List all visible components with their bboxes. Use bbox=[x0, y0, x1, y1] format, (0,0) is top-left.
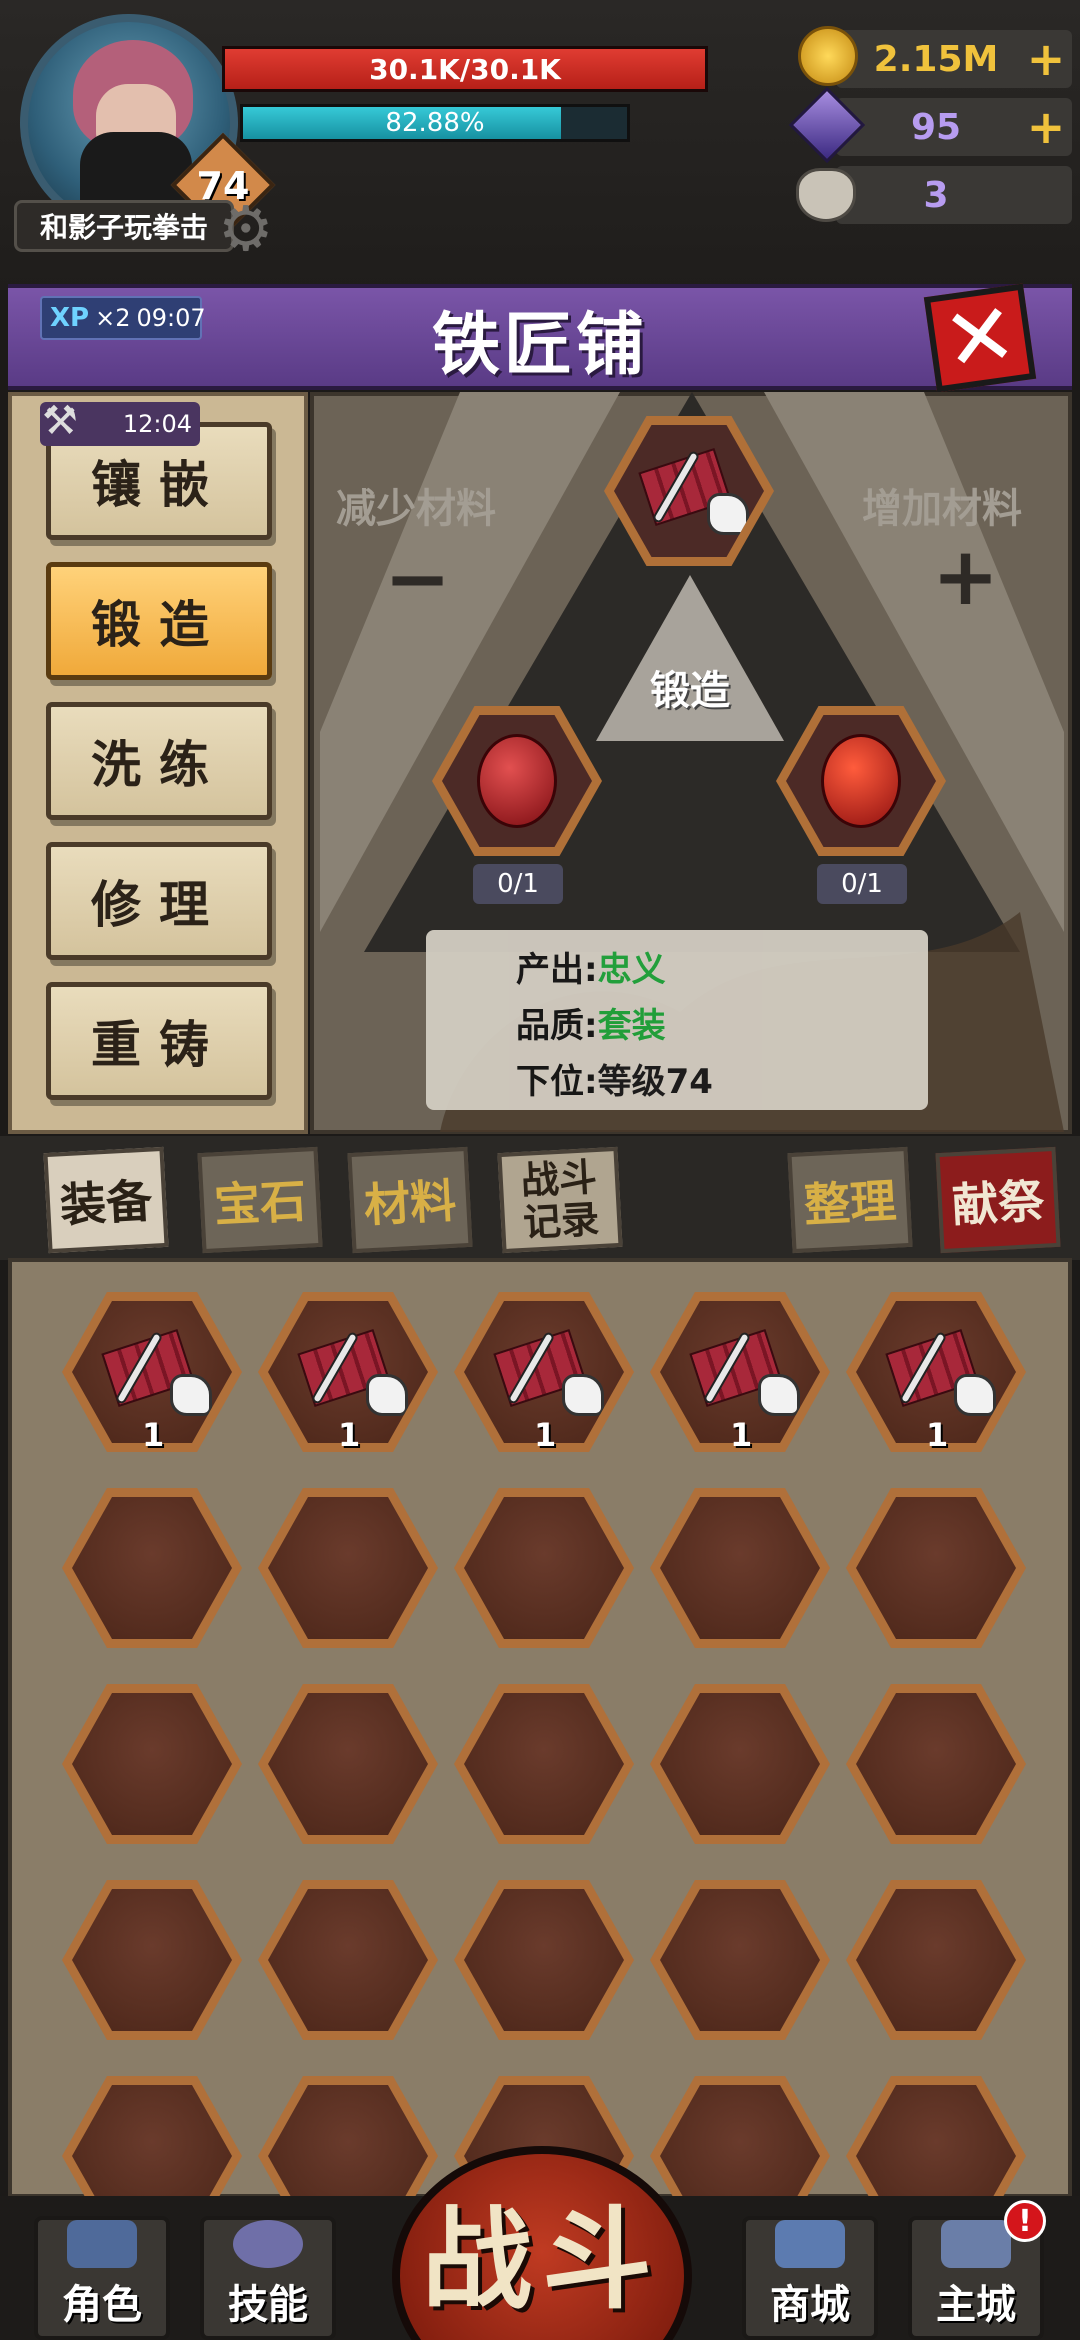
item-count: 1 bbox=[338, 1416, 361, 1454]
quality-value: 套装 bbox=[597, 1005, 666, 1046]
notification-badge: ! bbox=[1004, 2200, 1046, 2242]
boots-scrap-icon bbox=[885, 1329, 996, 1416]
recast-button[interactable]: 重铸 bbox=[46, 982, 272, 1100]
red-stone-icon bbox=[477, 734, 557, 828]
nav-shop-label: 商城 bbox=[770, 2282, 850, 2328]
belt-scrap-icon bbox=[493, 1329, 604, 1416]
tab-materials[interactable]: 材料 bbox=[347, 1146, 473, 1254]
lower-label: 下位: bbox=[516, 1061, 598, 1102]
right-slot-count: 0/1 bbox=[817, 864, 907, 904]
pants-scrap-icon bbox=[689, 1329, 800, 1416]
decrease-material-label: 减少材料 bbox=[336, 486, 496, 532]
helmet-scrap-icon bbox=[101, 1329, 212, 1416]
player-name: 和影子玩拳击 bbox=[14, 200, 234, 252]
nav-shop[interactable]: 商城 bbox=[742, 2216, 878, 2340]
crystal-amount: 95 bbox=[910, 106, 962, 148]
item-count: 1 bbox=[730, 1416, 753, 1454]
xp-text: 82.88% bbox=[385, 108, 485, 138]
page-title: 铁匠铺 bbox=[431, 305, 648, 385]
nav-character-label: 角色 bbox=[62, 2282, 142, 2328]
forge-info-box: 产出: 忠义 品质: 套装 下位: 等级74 bbox=[426, 930, 928, 1110]
item-count: 1 bbox=[534, 1416, 557, 1454]
output-label: 产出: bbox=[516, 949, 598, 990]
castle-icon bbox=[941, 2220, 1011, 2268]
repair-button[interactable]: 修理 bbox=[46, 842, 272, 960]
quality-label: 品质: bbox=[516, 1005, 598, 1046]
settings-gear-icon[interactable]: ⚙ bbox=[218, 198, 274, 260]
sacrifice-button[interactable]: 献祭 bbox=[935, 1146, 1061, 1254]
increase-material-button[interactable]: + bbox=[932, 530, 999, 623]
sort-button[interactable]: 整理 bbox=[787, 1146, 913, 1254]
rune-stone-icon bbox=[821, 734, 901, 828]
skull-amount: 3 bbox=[923, 174, 949, 216]
forge-button[interactable]: 锻造 bbox=[596, 652, 784, 722]
nav-character[interactable]: 角色 bbox=[34, 2216, 170, 2340]
nav-skills-label: 技能 bbox=[228, 2282, 308, 2328]
armor-scrap-icon bbox=[297, 1329, 408, 1416]
refine-button[interactable]: 洗练 bbox=[46, 702, 272, 820]
item-count: 1 bbox=[926, 1416, 949, 1454]
swirl-icon bbox=[233, 2220, 303, 2268]
gold-amount: 2.15M bbox=[873, 38, 999, 80]
xp-multiplier: ×2 bbox=[95, 304, 131, 332]
equipment-scrap-icon bbox=[638, 448, 749, 535]
item-count: 1 bbox=[142, 1416, 165, 1454]
nav-main-city-label: 主城 bbox=[936, 2282, 1016, 2328]
hammer-icon: ⚒ bbox=[42, 398, 78, 444]
left-slot-count: 0/1 bbox=[473, 864, 563, 904]
add-gold-button[interactable]: + bbox=[1024, 30, 1068, 88]
tab-gems[interactable]: 宝石 bbox=[197, 1146, 323, 1254]
xp-boost-badge[interactable]: XP ×2 09:07 bbox=[40, 296, 206, 340]
nav-skills[interactable]: 技能 bbox=[200, 2216, 336, 2340]
tab-battle-log[interactable]: 战斗记录 bbox=[497, 1146, 623, 1254]
add-crystal-button[interactable]: + bbox=[1024, 98, 1068, 156]
helmet-icon bbox=[67, 2220, 137, 2268]
tent-icon bbox=[775, 2220, 845, 2268]
forge-tab-button[interactable]: 锻造 bbox=[46, 562, 272, 680]
close-button[interactable]: ✕ bbox=[923, 283, 1037, 393]
hp-text: 30.1K/30.1K bbox=[369, 52, 561, 86]
output-value: 忠义 bbox=[597, 949, 666, 990]
xp-label: XP bbox=[50, 303, 90, 333]
decrease-material-button[interactable]: − bbox=[384, 532, 451, 625]
xp-boost-timer: 09:07 bbox=[136, 304, 206, 332]
tab-equipment[interactable]: 装备 bbox=[43, 1146, 169, 1254]
lower-value: 等级74 bbox=[597, 1061, 713, 1102]
battle-label: 战斗 bbox=[422, 2196, 662, 2324]
increase-material-label: 增加材料 bbox=[862, 486, 1022, 532]
